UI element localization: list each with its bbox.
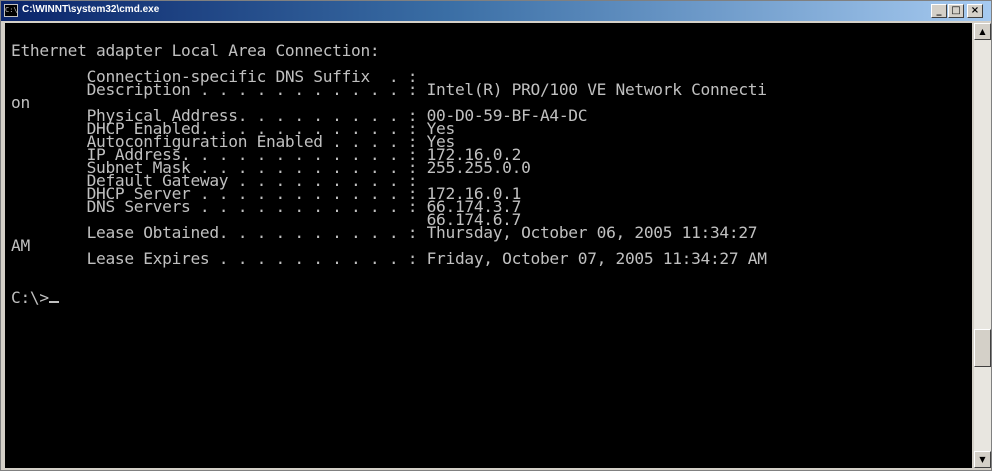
scrollbar-thumb[interactable] [974,329,991,367]
console-app-icon[interactable]: C:\ [4,4,18,17]
console-line: C:\> [11,288,49,307]
window-title: C:\WINNT\system32\cmd.exe [22,4,160,15]
minimize-button[interactable]: _ [931,4,947,18]
scroll-down-arrow-icon[interactable]: ▼ [974,451,991,468]
console-output-area[interactable]: Ethernet adapter Local Area Connection: … [5,23,972,468]
vertical-scrollbar[interactable]: ▲ ▼ [974,23,991,468]
console-line: Ethernet adapter Local Area Connection: [11,41,380,60]
maximize-button[interactable]: □ [948,4,964,18]
scroll-up-arrow-icon[interactable]: ▲ [974,23,991,40]
cmd-window: C:\ C:\WINNT\system32\cmd.exe _ □ × Ethe… [0,0,992,471]
console-text: Ethernet adapter Local Area Connection: … [5,23,972,307]
close-button[interactable]: × [967,4,983,18]
blinking-cursor [48,301,59,303]
console-line: Description . . . . . . . . . . . : Inte… [11,80,767,99]
console-line: Lease Obtained. . . . . . . . . . : Thur… [11,223,758,242]
console-lines: Ethernet adapter Local Area Connection: … [11,41,767,307]
console-line: Lease Expires . . . . . . . . . . : Frid… [11,249,767,268]
title-bar[interactable]: C:\ C:\WINNT\system32\cmd.exe _ □ × [1,1,991,21]
